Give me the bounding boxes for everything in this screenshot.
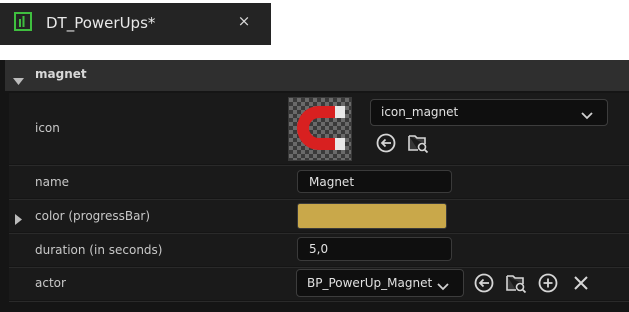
asset-picker-combo[interactable]: icon_magnet: [370, 99, 608, 126]
expand-arrow-icon[interactable]: [15, 210, 23, 225]
folder-search-icon: [407, 132, 429, 154]
row-divider: [9, 301, 629, 302]
tab-title: DT_PowerUps*: [46, 14, 156, 32]
class-picker-combo[interactable]: BP_PowerUp_Magnet: [296, 269, 464, 297]
collapse-arrow-icon[interactable]: [13, 71, 24, 85]
duration-value: 5,0: [309, 242, 329, 256]
details-panel: magnet icon icon_magnet name Magnet colo…: [0, 60, 629, 312]
property-label-icon: icon: [35, 121, 60, 135]
folder-search-icon: [505, 272, 527, 294]
chevron-down-icon: [581, 109, 593, 120]
color-swatch[interactable]: [297, 203, 447, 229]
category-header-magnet[interactable]: magnet: [5, 60, 629, 91]
arrow-left-circle-icon: [473, 272, 495, 294]
asset-name: icon_magnet: [381, 105, 459, 119]
property-label-duration: duration (in seconds): [35, 243, 163, 257]
close-icon: [570, 272, 592, 294]
browse-to-class-button[interactable]: [505, 272, 527, 294]
category-label: magnet: [35, 67, 87, 81]
document-tab[interactable]: DT_PowerUps* ×: [0, 3, 271, 45]
duration-number-field[interactable]: 5,0: [297, 237, 452, 261]
browse-to-asset-button[interactable]: [407, 132, 429, 154]
actor-class-name: BP_PowerUp_Magnet: [307, 276, 433, 290]
chevron-down-icon: [437, 280, 449, 291]
clear-button[interactable]: [570, 272, 592, 294]
use-selected-class-button[interactable]: [473, 272, 495, 294]
property-label-actor: actor: [35, 276, 66, 290]
new-blueprint-button[interactable]: [537, 272, 559, 294]
use-selected-asset-button[interactable]: [375, 132, 397, 154]
magnet-thumbnail[interactable]: [288, 97, 352, 161]
property-label-color: color (progressBar): [35, 209, 151, 223]
data-table-icon: [14, 12, 32, 31]
property-label-name: name: [35, 175, 70, 189]
plus-circle-icon: [537, 272, 559, 294]
arrow-left-circle-icon: [375, 132, 397, 154]
property-name-cell: icon: [9, 93, 286, 164]
close-tab-button[interactable]: ×: [236, 13, 252, 29]
name-value: Magnet: [309, 175, 355, 189]
name-text-field[interactable]: Magnet: [297, 170, 452, 193]
